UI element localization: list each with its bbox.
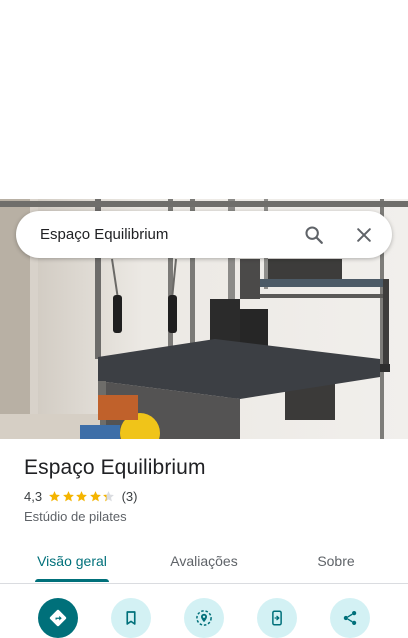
send-to-phone-button[interactable] <box>257 598 297 638</box>
star-icon <box>49 491 60 502</box>
place-category[interactable]: Estúdio de pilates <box>24 509 394 524</box>
place-title: Espaço Equilibrium <box>24 456 206 479</box>
active-tab-indicator <box>35 579 109 582</box>
star-icon <box>62 491 74 502</box>
tab-overview[interactable]: Visão geral <box>24 538 120 584</box>
directions-button[interactable] <box>38 598 78 638</box>
star-icon <box>89 491 101 502</box>
send-to-phone-icon <box>272 610 282 626</box>
close-icon[interactable] <box>346 217 382 253</box>
star-icon <box>103 491 114 502</box>
action-buttons <box>0 598 408 638</box>
search-bar[interactable]: Espaço Equilibrium <box>16 211 392 258</box>
place-tabs: Visão geral Avaliações Sobre <box>0 538 408 584</box>
save-button[interactable] <box>111 598 151 638</box>
directions-icon <box>49 609 67 627</box>
rating-row[interactable]: 4,3 (3) <box>24 489 394 504</box>
place-info: Espaço Equilibrium 4,3 (3) Estúdio de pi… <box>24 456 394 524</box>
share-icon <box>343 611 357 625</box>
nearby-button[interactable] <box>184 598 224 638</box>
search-query-text[interactable]: Espaço Equilibrium <box>40 226 296 243</box>
share-button[interactable] <box>330 598 370 638</box>
rating-stars <box>48 490 116 503</box>
bookmark-icon <box>126 611 136 625</box>
nearby-icon <box>196 610 212 626</box>
review-count[interactable]: (3) <box>122 489 138 504</box>
tab-about[interactable]: Sobre <box>300 538 372 584</box>
star-icon <box>76 491 87 502</box>
blank-header-area <box>0 0 408 199</box>
rating-value: 4,3 <box>24 489 43 504</box>
tab-reviews[interactable]: Avaliações <box>154 538 254 584</box>
search-icon[interactable] <box>296 217 332 253</box>
